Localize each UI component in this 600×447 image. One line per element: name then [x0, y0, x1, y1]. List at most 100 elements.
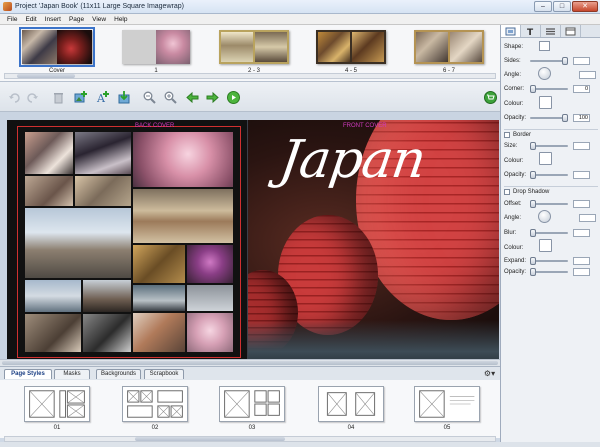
shadow-offset-slider[interactable]: [530, 200, 568, 208]
opacity-slider[interactable]: [530, 114, 568, 122]
export-icon[interactable]: [118, 91, 131, 104]
angle-dial[interactable]: [538, 67, 551, 80]
cart-icon[interactable]: [484, 91, 497, 104]
border-opacity-input[interactable]: [573, 171, 590, 179]
page-tab-icon[interactable]: [561, 25, 581, 37]
shadow-angle-dial[interactable]: [538, 210, 551, 223]
thumbnail-cover[interactable]: Cover: [19, 27, 95, 74]
shape-square-button[interactable]: [539, 41, 550, 51]
border-size-slider[interactable]: [530, 142, 568, 150]
shadow-expand-slider[interactable]: [530, 257, 568, 265]
book-spread[interactable]: BACK COVER Japan FRONT COVER: [7, 120, 499, 365]
photo-tile[interactable]: [75, 176, 131, 206]
next-page-icon[interactable]: [206, 91, 219, 104]
corner-slider[interactable]: [530, 85, 568, 93]
border-size-row: Size:: [504, 141, 599, 151]
photo-tile[interactable]: [25, 132, 73, 174]
photo-tile[interactable]: [133, 189, 233, 243]
redo-icon[interactable]: [26, 91, 39, 104]
shadow-offset-input[interactable]: [573, 200, 590, 208]
scrollbar-thumb[interactable]: [17, 74, 75, 78]
photo-tile[interactable]: [83, 314, 131, 352]
photo-tile[interactable]: [25, 314, 81, 352]
photo-tile[interactable]: [75, 132, 131, 174]
tab-page-styles[interactable]: Page Styles: [4, 369, 52, 379]
text-tab-icon[interactable]: T: [521, 25, 541, 37]
zoom-out-icon[interactable]: [143, 91, 156, 104]
tab-backgrounds[interactable]: Backgrounds: [96, 369, 141, 379]
shadow-blur-slider[interactable]: [530, 229, 568, 237]
add-text-icon[interactable]: A: [96, 91, 109, 105]
border-opacity-label: Opacity:: [504, 172, 527, 178]
play-icon[interactable]: [227, 91, 240, 104]
close-button[interactable]: ✕: [572, 0, 598, 12]
opacity-input[interactable]: 100: [573, 114, 590, 122]
layout-preset[interactable]: 03: [219, 386, 285, 431]
menu-edit[interactable]: Edit: [21, 16, 40, 23]
photo-tile[interactable]: [25, 176, 73, 206]
angle-input[interactable]: [579, 71, 596, 79]
tab-masks[interactable]: Masks: [54, 369, 90, 379]
photo-tile[interactable]: [133, 285, 185, 311]
sides-slider[interactable]: [530, 57, 568, 65]
shadow-colour-swatch[interactable]: [539, 239, 552, 252]
back-cover-page[interactable]: BACK COVER: [7, 120, 248, 365]
shape-row: Shape:: [504, 42, 599, 52]
border-colour-swatch[interactable]: [539, 152, 552, 165]
menu-view[interactable]: View: [88, 16, 110, 23]
photo-tile[interactable]: [83, 280, 131, 312]
menu-help[interactable]: Help: [110, 16, 131, 23]
border-checkbox[interactable]: [504, 132, 510, 138]
thumbnail-page-6-7[interactable]: 6 - 7: [414, 30, 484, 74]
add-image-icon[interactable]: [74, 91, 87, 104]
delete-icon[interactable]: [52, 91, 65, 104]
scrollbar-thumb[interactable]: [2, 361, 498, 365]
layout-preset[interactable]: 01: [24, 386, 90, 431]
menu-file[interactable]: File: [3, 16, 21, 23]
layout-preset[interactable]: 02: [122, 386, 188, 431]
photo-tile[interactable]: [133, 245, 185, 283]
border-size-input[interactable]: [573, 142, 590, 150]
photo-tile[interactable]: [187, 245, 233, 283]
shape-tab-icon[interactable]: [501, 25, 521, 37]
tab-scrapbook[interactable]: Scrapbook: [144, 369, 184, 379]
gear-icon[interactable]: ⚙▾: [481, 369, 498, 379]
photo-tile[interactable]: [25, 280, 81, 312]
scrollbar-thumb[interactable]: [135, 437, 285, 441]
shadow-expand-input[interactable]: [573, 257, 590, 265]
previous-page-icon[interactable]: [186, 91, 199, 104]
photo-tile[interactable]: [133, 313, 185, 352]
colour-swatch[interactable]: [539, 96, 552, 109]
sides-label: Sides:: [504, 58, 521, 64]
border-opacity-slider[interactable]: [530, 171, 568, 179]
drop-shadow-checkbox[interactable]: [504, 189, 510, 195]
front-cover-page[interactable]: Japan FRONT COVER: [248, 120, 499, 365]
zoom-in-icon[interactable]: [164, 91, 177, 104]
canvas-scrollbar[interactable]: [0, 359, 500, 366]
layout-preset[interactable]: 04: [318, 386, 384, 431]
thumbnail-page-2-3[interactable]: 2 - 3: [219, 30, 289, 74]
shadow-opacity-slider[interactable]: [530, 268, 568, 276]
list-tab-icon[interactable]: [541, 25, 561, 37]
thumbnail-scrollbar[interactable]: [4, 73, 496, 79]
page-style-list: 01 02 03 04 05: [0, 380, 500, 438]
thumbnail-page-4-5[interactable]: 4 - 5: [316, 30, 386, 74]
photo-tile[interactable]: [187, 285, 233, 311]
minimize-button[interactable]: –: [534, 0, 552, 12]
sides-input[interactable]: [573, 57, 590, 65]
menu-insert[interactable]: Insert: [41, 16, 65, 23]
cover-title[interactable]: Japan: [276, 130, 429, 190]
layout-preset[interactable]: 05: [414, 386, 480, 431]
undo-icon[interactable]: [8, 91, 21, 104]
shadow-angle-input[interactable]: [579, 214, 596, 222]
photo-tile[interactable]: [187, 313, 233, 352]
menu-page[interactable]: Page: [65, 16, 88, 23]
thumbnail-page-1[interactable]: 1: [122, 30, 190, 74]
photo-tile[interactable]: [133, 132, 233, 187]
border-size-label: Size:: [504, 143, 518, 149]
corner-input[interactable]: 0: [573, 85, 590, 93]
shadow-opacity-input[interactable]: [573, 268, 590, 276]
photo-tile[interactable]: [25, 208, 131, 278]
maximize-button[interactable]: □: [553, 0, 571, 12]
shadow-blur-input[interactable]: [573, 229, 590, 237]
